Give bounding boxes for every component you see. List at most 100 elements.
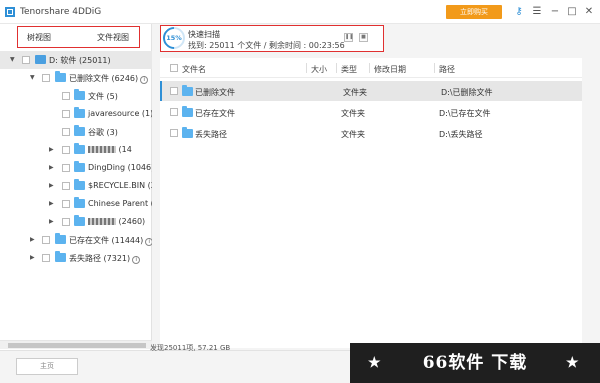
tree-item-label: D: 软件 (25011): [49, 56, 111, 65]
folder-icon: [55, 71, 66, 82]
tree-item[interactable]: ▶ (14: [0, 141, 152, 159]
tree-item-label: 谷歌 (3): [88, 128, 118, 137]
tree-item-lost[interactable]: ▶ 丢失路径 (7321) i: [0, 249, 152, 267]
chevron-right-icon[interactable]: ▶: [49, 200, 54, 207]
lost-folder-icon: [55, 251, 66, 262]
checkbox[interactable]: [62, 146, 70, 154]
watermark-text: 66软件 下载: [422, 353, 528, 373]
close-icon[interactable]: ✕: [582, 5, 596, 19]
scan-info: 找到: 25011 个文件 / 剩余时间 : 00:23:56: [188, 41, 345, 50]
folder-icon: [182, 85, 193, 96]
checkbox[interactable]: [170, 87, 178, 95]
tree-item[interactable]: ▶ Chinese Parent (: [0, 195, 154, 213]
checkbox[interactable]: [62, 182, 70, 190]
column-type[interactable]: 类型: [341, 64, 357, 75]
app-logo-icon: [5, 7, 15, 17]
tree-item[interactable]: ▶ $RECYCLE.BIN (2: [0, 177, 156, 195]
column-divider: [336, 63, 337, 73]
folder-icon: [74, 125, 85, 136]
chevron-down-icon[interactable]: ▼: [30, 74, 35, 81]
tree-item-existing[interactable]: ▶ 已存在文件 (11444) i: [0, 231, 154, 249]
checkbox[interactable]: [170, 108, 178, 116]
column-size[interactable]: 大小: [311, 64, 327, 75]
tab-file-view[interactable]: 文件视图: [97, 32, 129, 43]
table-row[interactable]: 已存在文件 文件夹 D:\已存在文件: [160, 102, 582, 122]
drive-icon: [35, 55, 46, 64]
tree-item-label: 已删除文件 (6246) i: [69, 73, 149, 84]
column-name[interactable]: 文件名: [182, 64, 206, 75]
chevron-right-icon[interactable]: ▶: [49, 146, 54, 153]
pause-icon[interactable]: ❚❚: [344, 33, 353, 42]
file-type: 文件夹: [343, 88, 367, 97]
scrollbar-thumb[interactable]: [8, 343, 146, 348]
tree-item-label: Chinese Parent (: [88, 199, 154, 208]
star-icon: ★: [566, 355, 580, 371]
tree-item-label: DingDing (1046): [88, 163, 155, 172]
file-name: 丢失路径: [195, 130, 227, 139]
folder-icon: [74, 197, 85, 208]
column-date[interactable]: 修改日期: [374, 64, 406, 75]
select-all-checkbox[interactable]: [170, 64, 178, 72]
horizontal-scrollbar[interactable]: [0, 340, 152, 349]
file-name: 已存在文件: [195, 109, 235, 118]
info-icon[interactable]: i: [140, 76, 149, 84]
checkbox[interactable]: [42, 236, 50, 244]
checkbox[interactable]: [42, 74, 50, 82]
tree-item-label: (14: [88, 145, 132, 154]
status-text: 发现25011项, 57.21 GB: [150, 344, 231, 352]
redacted-name: [88, 146, 116, 153]
stop-icon[interactable]: ■: [359, 33, 368, 42]
app-window: Tenorshare 4DDiG 立即购买 ⚷ ☰ − □ ✕ 树视图 文件视图…: [0, 0, 600, 383]
checkbox[interactable]: [170, 129, 178, 137]
tree-item[interactable]: ▶ (2460): [0, 213, 152, 231]
column-divider: [306, 63, 307, 73]
column-path[interactable]: 路径: [439, 64, 455, 75]
folder-icon: [74, 107, 85, 118]
checkbox[interactable]: [62, 128, 70, 136]
table-row[interactable]: 丢失路径 文件夹 D:\丢失路径: [160, 123, 582, 143]
info-icon[interactable]: i: [132, 256, 141, 264]
checkbox[interactable]: [62, 218, 70, 226]
key-icon[interactable]: ⚷: [512, 5, 526, 19]
tree-item-root[interactable]: ▼ D: 软件 (25011): [0, 51, 152, 69]
tree-item[interactable]: 谷歌 (3): [0, 123, 152, 141]
vertical-scrollbar[interactable]: [583, 58, 591, 348]
checkbox[interactable]: [62, 92, 70, 100]
chevron-right-icon[interactable]: ▶: [30, 236, 35, 243]
scan-progress-box: 15% 快速扫描 找到: 25011 个文件 / 剩余时间 : 00:23:56…: [158, 22, 384, 54]
tree-item-label: 已存在文件 (11444) i: [69, 235, 154, 246]
chevron-right-icon[interactable]: ▶: [30, 254, 35, 261]
folder-icon: [182, 106, 193, 117]
checkbox[interactable]: [62, 164, 70, 172]
chevron-right-icon[interactable]: ▶: [49, 182, 54, 189]
redacted-name: [88, 218, 116, 225]
column-divider: [434, 63, 435, 73]
table-row[interactable]: 已删除文件 文件夹 D:\已删除文件: [160, 81, 582, 101]
tree-item[interactable]: 文件 (5): [0, 87, 152, 105]
tree-item-label: $RECYCLE.BIN (2: [88, 181, 156, 190]
folder-icon: [74, 161, 85, 172]
minimize-icon[interactable]: −: [548, 5, 562, 19]
checkbox[interactable]: [42, 254, 50, 262]
checkbox[interactable]: [62, 200, 70, 208]
star-icon: ★: [368, 355, 382, 371]
checkbox[interactable]: [22, 56, 30, 64]
tree-item[interactable]: ▶ DingDing (1046): [0, 159, 155, 177]
tree-item-label: 文件 (5): [88, 92, 118, 101]
restore-icon[interactable]: □: [565, 5, 579, 19]
file-path: D:\已存在文件: [439, 109, 491, 118]
tab-tree-view[interactable]: 树视图: [27, 32, 51, 43]
home-button[interactable]: 主页: [16, 358, 78, 375]
menu-icon[interactable]: ☰: [530, 5, 544, 19]
tree-item-deleted[interactable]: ▼ 已删除文件 (6246) i: [0, 69, 152, 87]
checkbox[interactable]: [62, 110, 70, 118]
recycle-folder-icon: [74, 179, 85, 190]
buy-now-button[interactable]: 立即购买: [446, 5, 502, 19]
chevron-right-icon[interactable]: ▶: [49, 164, 54, 171]
watermark: ★ 66软件 下载 ★: [350, 343, 600, 383]
chevron-right-icon[interactable]: ▶: [49, 218, 54, 225]
tree-item[interactable]: javaresource (1): [0, 105, 153, 123]
chevron-down-icon[interactable]: ▼: [10, 56, 15, 63]
folder-icon: [55, 233, 66, 244]
table-header: 文件名 大小 类型 修改日期 路径: [160, 58, 582, 78]
